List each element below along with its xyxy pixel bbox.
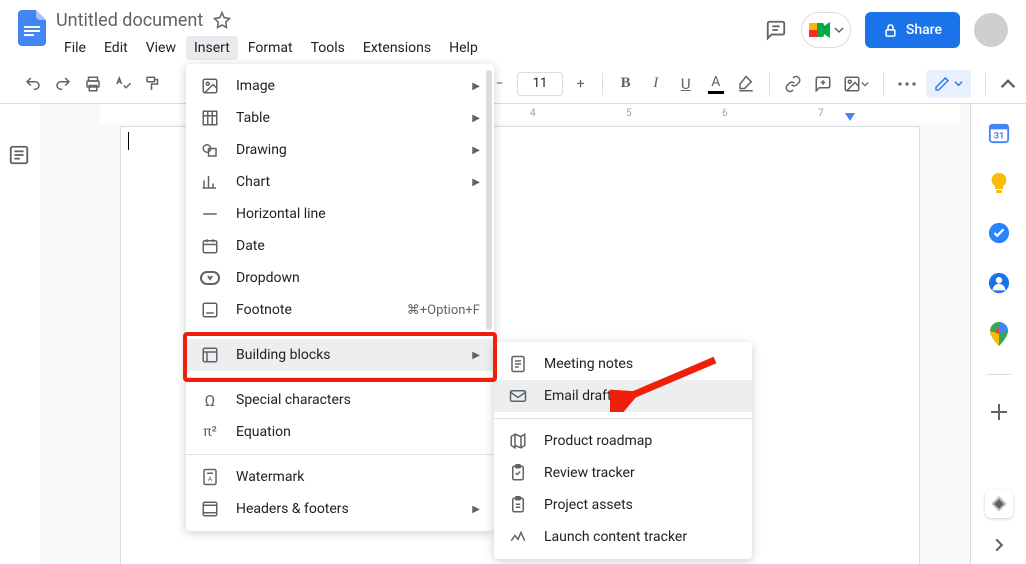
menu-extensions[interactable]: Extensions <box>355 36 439 60</box>
hline-icon <box>200 204 220 224</box>
email-icon <box>508 386 528 406</box>
print-icon[interactable] <box>82 72 104 96</box>
editing-mode-button[interactable] <box>926 70 971 98</box>
side-panel: 31 <box>970 104 1026 564</box>
toolbar: − 11 + B I U A <box>0 64 1026 104</box>
star-icon[interactable] <box>213 11 231 29</box>
paint-format-icon[interactable] <box>142 72 164 96</box>
add-comment-icon[interactable] <box>812 72 834 96</box>
menu-item-chart[interactable]: Chart▶ <box>186 166 494 198</box>
equation-icon: π² <box>200 422 220 442</box>
undo-icon[interactable] <box>22 72 44 96</box>
table-icon <box>200 108 220 128</box>
maps-app-icon[interactable] <box>990 322 1008 346</box>
submenu-item-meeting-notes[interactable]: Meeting notes <box>494 348 752 380</box>
headers-icon <box>200 499 220 519</box>
svg-text:A: A <box>208 475 213 483</box>
hide-menus-icon[interactable] <box>1000 76 1016 92</box>
hide-side-panel-icon[interactable] <box>992 538 1006 552</box>
svg-text:31: 31 <box>993 132 1004 142</box>
more-icon[interactable] <box>896 72 918 96</box>
menu-item-horizontal-line[interactable]: Horizontal line <box>186 198 494 230</box>
menu-item-date[interactable]: Date <box>186 230 494 262</box>
document-outline-icon[interactable] <box>8 144 32 168</box>
menu-item-dropdown[interactable]: Dropdown <box>186 262 494 294</box>
text-cursor <box>128 132 129 150</box>
image-icon <box>200 76 220 96</box>
submenu-item-email-draft[interactable]: Email draft <box>494 380 752 412</box>
submenu-item-product-roadmap[interactable]: Product roadmap <box>494 425 752 457</box>
contacts-app-icon[interactable] <box>988 272 1010 294</box>
menu-item-image[interactable]: Image▶ <box>186 70 494 102</box>
menu-item-equation[interactable]: π²Equation <box>186 416 494 448</box>
redo-icon[interactable] <box>52 72 74 96</box>
underline-icon[interactable]: U <box>675 72 697 96</box>
menu-item-special-characters[interactable]: ΩSpecial characters <box>186 384 494 416</box>
share-button[interactable]: Share <box>865 12 960 48</box>
launch-icon <box>508 527 528 547</box>
menubar: File Edit View Insert Format Tools Exten… <box>56 36 765 60</box>
comment-history-icon[interactable] <box>765 19 787 41</box>
watermark-icon: A <box>200 467 220 487</box>
submenu-item-launch-tracker[interactable]: Launch content tracker <box>494 521 752 553</box>
text-color-icon[interactable]: A <box>705 72 727 96</box>
chart-icon <box>200 172 220 192</box>
menu-format[interactable]: Format <box>240 36 301 60</box>
tasks-app-icon[interactable] <box>988 222 1010 244</box>
date-icon <box>200 236 220 256</box>
insert-image-icon[interactable] <box>842 72 871 96</box>
blocks-icon <box>200 345 220 365</box>
insert-link-icon[interactable] <box>782 72 804 96</box>
share-label: Share <box>906 22 942 38</box>
roadmap-icon <box>508 431 528 451</box>
menu-item-building-blocks[interactable]: Building blocks▶ <box>186 339 494 371</box>
footnote-icon <box>200 300 220 320</box>
spellcheck-icon[interactable] <box>112 72 134 96</box>
menu-item-drawing[interactable]: Drawing▶ <box>186 134 494 166</box>
right-indent-marker[interactable] <box>844 112 856 122</box>
building-blocks-submenu: Meeting notes Email draft Product roadma… <box>494 342 752 559</box>
submenu-item-review-tracker[interactable]: Review tracker <box>494 457 752 489</box>
menu-item-footnote[interactable]: Footnote⌘+Option+F <box>186 294 494 326</box>
docs-logo[interactable] <box>12 8 52 48</box>
dropdown-icon <box>200 268 220 288</box>
explore-button[interactable] <box>985 490 1013 518</box>
bold-icon[interactable]: B <box>615 72 637 96</box>
chevron-right-icon: ▶ <box>472 81 480 92</box>
insert-menu-dropdown: Image▶ Table▶ Drawing▶ Chart▶ Horizontal… <box>186 64 494 531</box>
meet-button[interactable] <box>801 12 851 48</box>
submenu-item-project-assets[interactable]: Project assets <box>494 489 752 521</box>
menu-item-table[interactable]: Table▶ <box>186 102 494 134</box>
omega-icon: Ω <box>200 390 220 410</box>
italic-icon[interactable]: I <box>645 72 667 96</box>
font-size-increase[interactable]: + <box>571 74 589 94</box>
calendar-app-icon[interactable]: 31 <box>988 122 1010 144</box>
assets-icon <box>508 495 528 515</box>
highlight-color-icon[interactable] <box>735 72 757 96</box>
menu-item-watermark[interactable]: AWatermark <box>186 461 494 493</box>
menu-file[interactable]: File <box>56 36 94 60</box>
menu-view[interactable]: View <box>138 36 184 60</box>
review-icon <box>508 463 528 483</box>
drawing-icon <box>200 140 220 160</box>
menu-edit[interactable]: Edit <box>96 36 136 60</box>
font-size-input[interactable]: 11 <box>517 72 564 96</box>
notes-icon <box>508 354 528 374</box>
document-title[interactable]: Untitled document <box>56 10 203 31</box>
menu-item-headers-footers[interactable]: Headers & footers▶ <box>186 493 494 525</box>
menu-tools[interactable]: Tools <box>303 36 353 60</box>
menu-help[interactable]: Help <box>441 36 486 60</box>
account-avatar[interactable] <box>974 13 1008 47</box>
menu-insert[interactable]: Insert <box>186 36 238 60</box>
add-addon-icon[interactable] <box>990 403 1008 421</box>
keep-app-icon[interactable] <box>989 172 1009 194</box>
